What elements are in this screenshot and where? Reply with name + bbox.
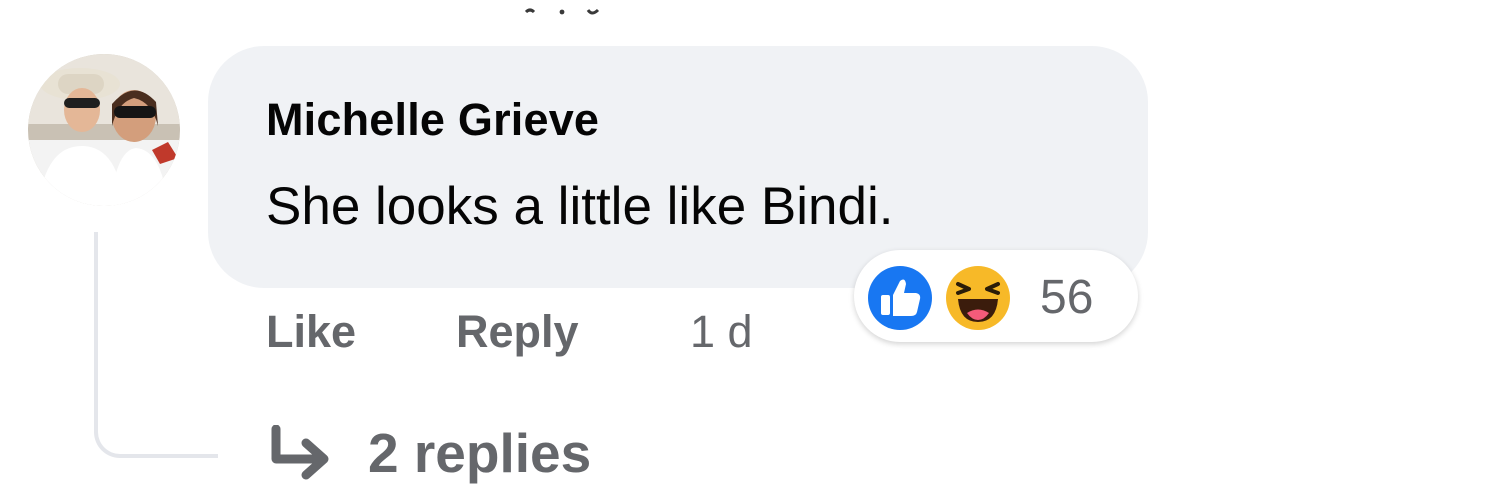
- thread-connector-line: [94, 232, 218, 458]
- avatar[interactable]: [28, 54, 180, 206]
- like-button[interactable]: Like: [266, 306, 356, 358]
- comment-author[interactable]: Michelle Grieve: [266, 94, 599, 146]
- like-icon: [865, 263, 935, 333]
- previous-content-fragment: [524, 8, 600, 15]
- comment-text: She looks a little like Bindi.: [266, 177, 894, 236]
- haha-icon: [943, 263, 1013, 333]
- replies-count-label: 2 replies: [368, 422, 592, 484]
- comment-timestamp[interactable]: 1 d: [690, 306, 753, 358]
- view-replies-button[interactable]: 2 replies: [268, 418, 591, 488]
- avatar-photo: [28, 54, 180, 206]
- comment-container: Michelle Grieve She looks a little like …: [0, 0, 1500, 498]
- reaction-count: 56: [1040, 271, 1094, 324]
- reply-arrow-icon: [271, 425, 329, 480]
- reply-button[interactable]: Reply: [456, 306, 579, 358]
- reactions-summary[interactable]: 56: [854, 250, 1138, 342]
